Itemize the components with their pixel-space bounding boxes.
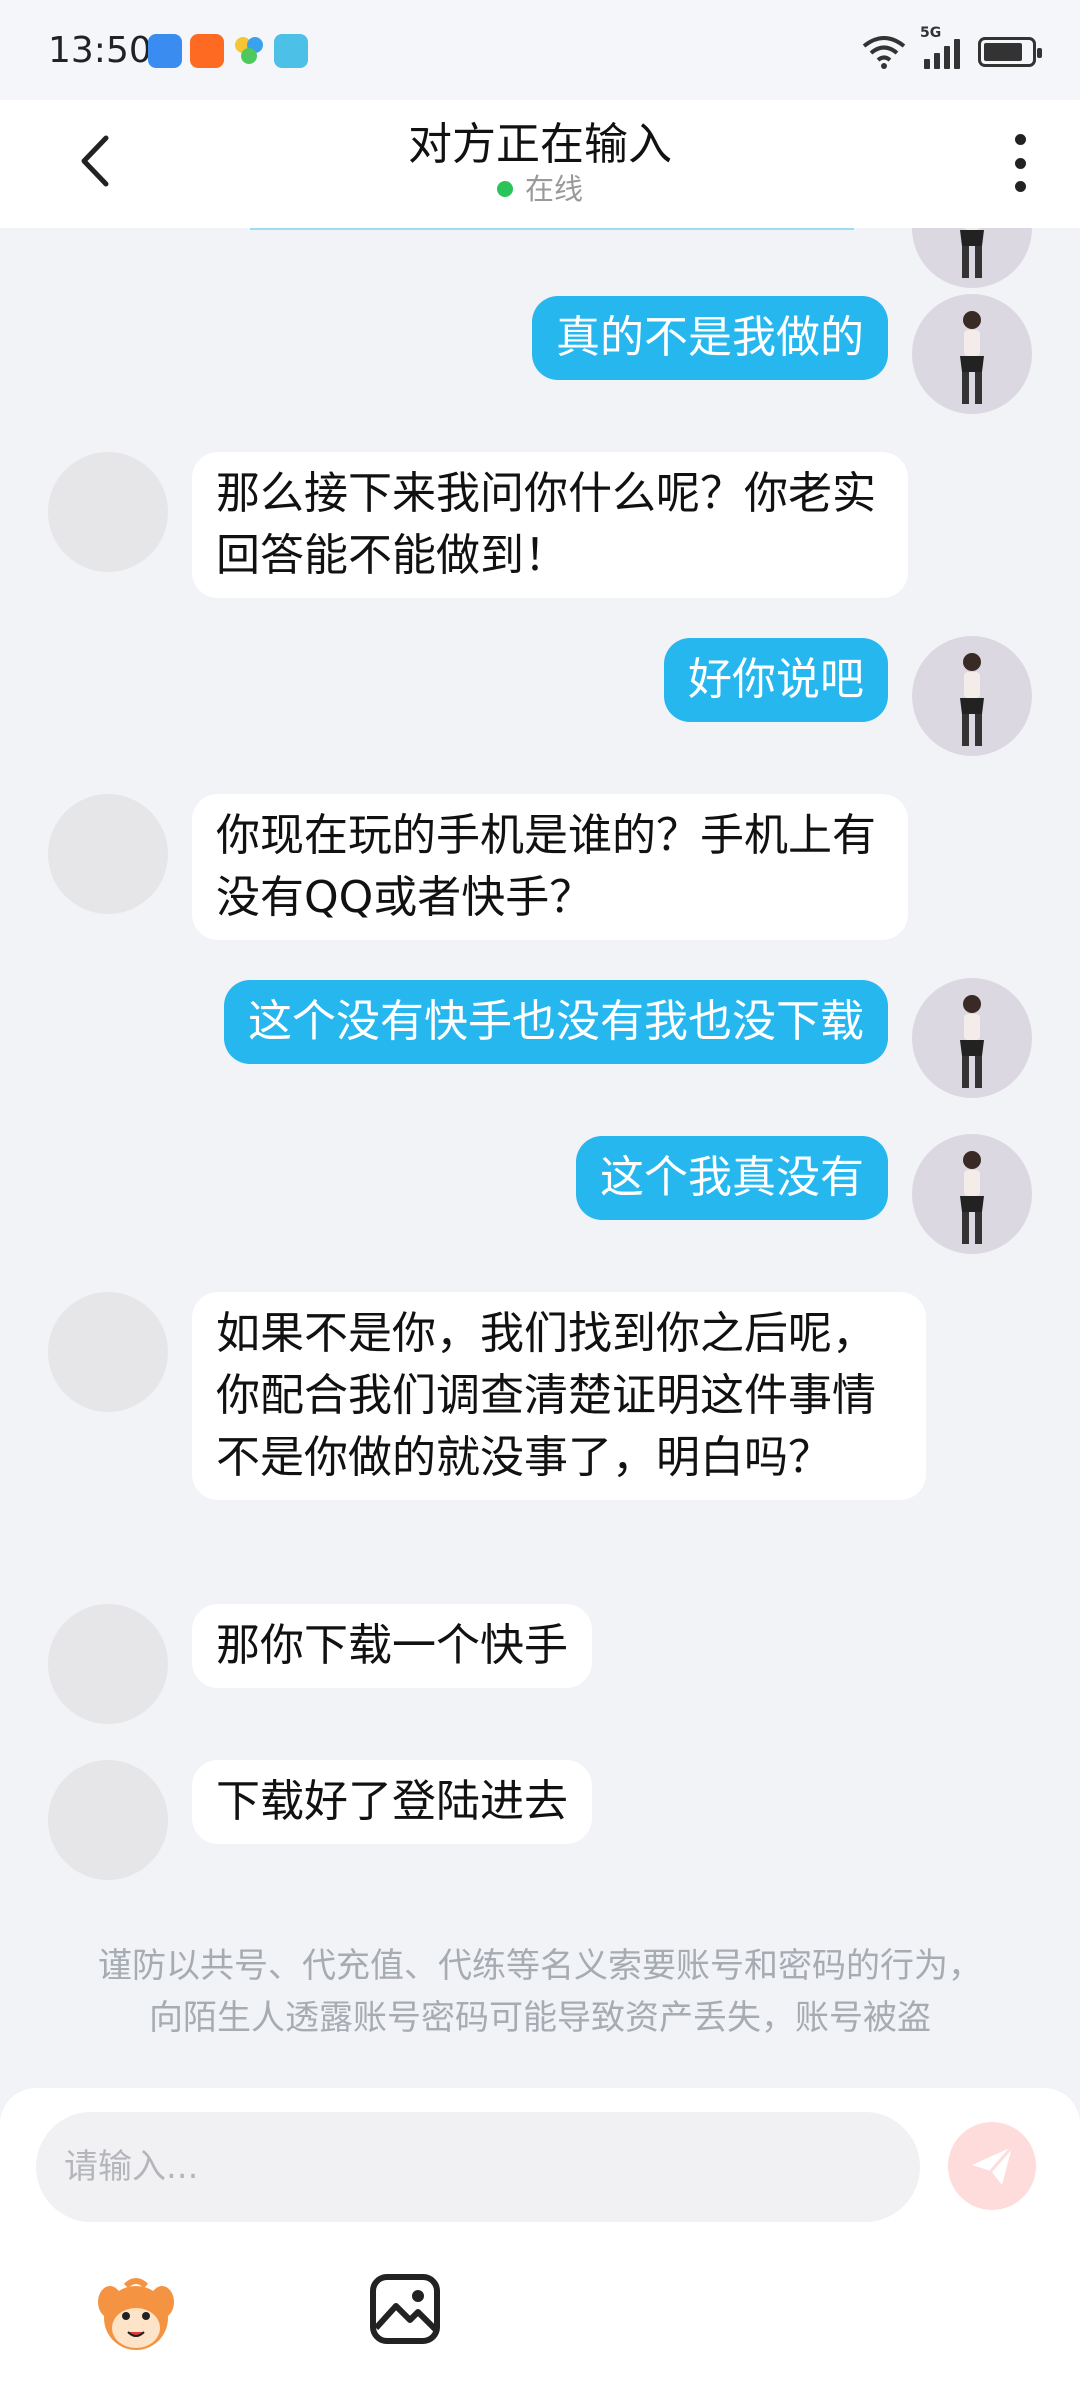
message-bubble[interactable]: 那么接下来我问你什么呢？你老实回答能不能做到！	[192, 452, 908, 598]
taobao-app-icon	[190, 34, 224, 68]
battery-icon	[978, 37, 1042, 67]
online-dot-icon	[496, 181, 513, 197]
online-status: 在线	[0, 166, 1080, 208]
message-bubble[interactable]: 如果不是你，我们找到你之后呢，你配合我们调查清楚证明这件事情不是你做的就没事了，…	[192, 1292, 926, 1500]
message-bubble[interactable]: 那你下载一个快手	[192, 1604, 592, 1688]
avatar-me[interactable]	[912, 636, 1032, 756]
avatar-me[interactable]	[912, 294, 1032, 414]
send-button[interactable]	[948, 2122, 1036, 2210]
message-bubble[interactable]: 这个没有快手也没有我也没下载	[224, 980, 888, 1064]
wifi-icon	[862, 36, 906, 69]
message-bubble[interactable]: 真的不是我做的	[532, 296, 888, 380]
message-bubble[interactable]: 好你说吧	[664, 638, 888, 722]
security-notice: 谨防以共号、代充值、代练等名义索要账号和密码的行为， 向陌生人透露账号密码可能导…	[98, 1946, 982, 2038]
divider	[250, 228, 854, 230]
pinwheel-app-icon	[232, 34, 266, 68]
avatar-me[interactable]	[912, 978, 1032, 1098]
avatar-other[interactable]	[48, 452, 168, 572]
signal-icon: 5G	[920, 25, 960, 69]
composer	[0, 2088, 1080, 2400]
status-time: 13:50	[48, 30, 152, 71]
avatar-other[interactable]	[48, 1292, 168, 1412]
avatar-other[interactable]	[48, 1760, 168, 1880]
avatar-other[interactable]	[48, 1604, 168, 1724]
avatar-other[interactable]	[48, 794, 168, 914]
cloud-app-icon	[148, 34, 182, 68]
status-bar: 13:50 5G	[0, 0, 1080, 100]
book-app-icon	[274, 34, 308, 68]
chat-header: 对方正在输入 在线	[0, 100, 1080, 228]
avatar-me[interactable]	[912, 228, 1032, 288]
send-icon	[972, 2146, 1014, 2185]
chat-list[interactable]: 真的不是我做的 那么接下来我问你什么呢？你老实回答能不能做到！ 好你说吧 你现在…	[0, 228, 1080, 2088]
page-title: 对方正在输入	[408, 119, 672, 170]
more-icon[interactable]	[1000, 128, 1040, 198]
message-bubble[interactable]: 这个我真没有	[576, 1136, 888, 1220]
message-input[interactable]	[36, 2112, 920, 2222]
avatar-me[interactable]	[912, 1134, 1032, 1254]
message-bubble[interactable]: 下载好了登陆进去	[192, 1760, 592, 1844]
image-icon[interactable]	[368, 2272, 442, 2346]
emoji-icon[interactable]	[92, 2272, 180, 2360]
message-bubble[interactable]: 你现在玩的手机是谁的？手机上有没有QQ或者快手？	[192, 794, 908, 940]
